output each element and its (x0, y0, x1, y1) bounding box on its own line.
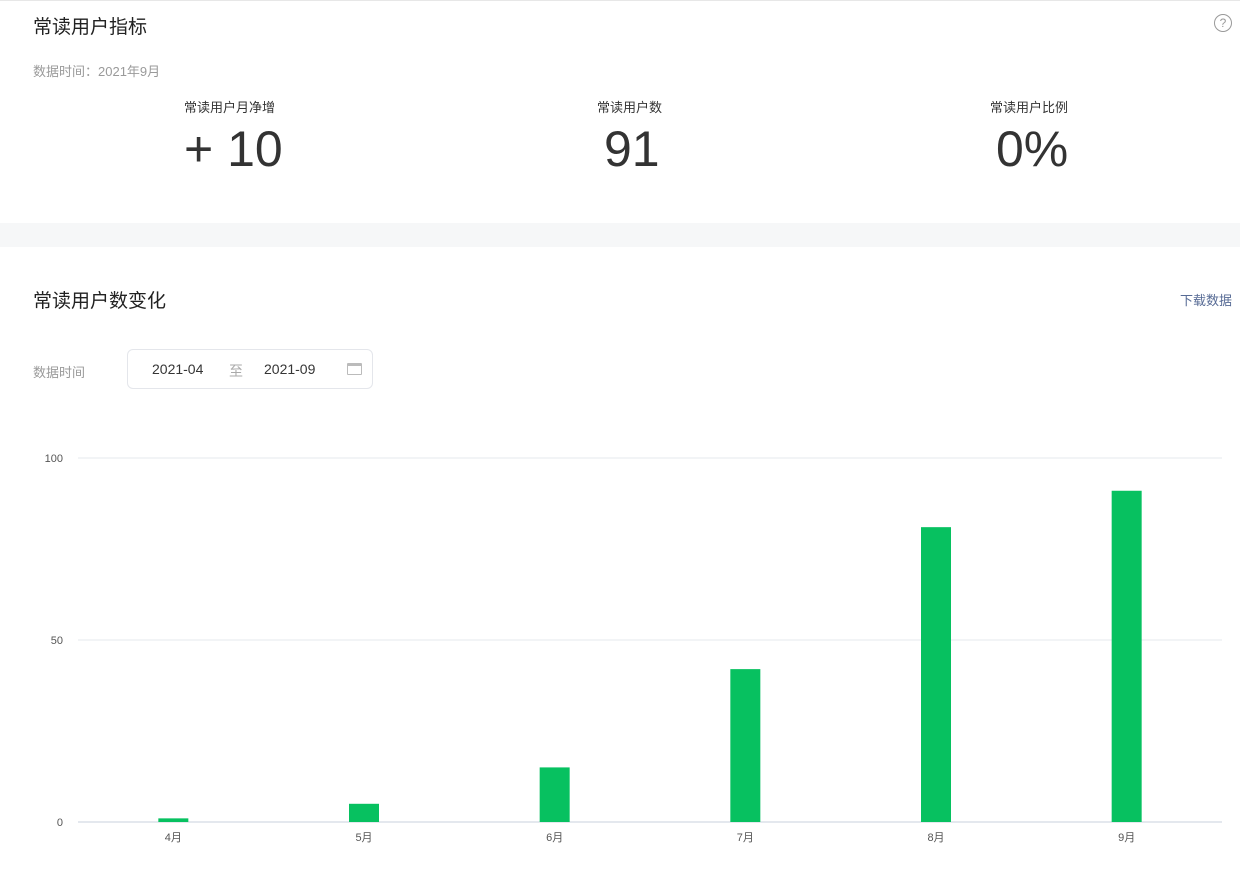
divider (0, 0, 1240, 1)
y-tick-label: 50 (51, 635, 63, 647)
stat-value: 91 (604, 121, 660, 177)
x-tick-label: 5月 (355, 832, 372, 844)
calendar-icon[interactable] (347, 363, 362, 375)
x-tick-label: 9月 (1118, 832, 1135, 844)
date-range-picker[interactable]: 2021-04 至 2021-09 (127, 349, 373, 389)
x-tick-label: 6月 (546, 832, 563, 844)
end-date[interactable]: 2021-09 (264, 361, 315, 377)
y-tick-label: 0 (57, 817, 63, 829)
x-tick-label: 4月 (165, 832, 182, 844)
bar (158, 818, 189, 822)
stat-net-increase: 常读用户月净增 + 10 (184, 97, 283, 176)
bar (921, 527, 951, 822)
y-tick-label: 100 (45, 453, 63, 465)
stat-label: 常读用户比例 (990, 100, 1069, 115)
date-label: 数据时间 (33, 365, 86, 380)
data-time: 数据时间：2021年9月 (33, 64, 161, 79)
stat-users: 常读用户数 91 (597, 97, 662, 176)
trend-title: 常读用户数变化 (33, 291, 167, 312)
bar (730, 669, 761, 822)
metrics-title: 常读用户指标 (33, 17, 148, 38)
bar (1111, 490, 1142, 822)
stat-label: 常读用户月净增 (184, 100, 276, 115)
range-separator: 至 (229, 363, 243, 379)
download-link[interactable]: 下载数据 (1180, 290, 1232, 309)
x-tick-label: 8月 (927, 832, 944, 844)
stat-ratio: 常读用户比例 0% (990, 97, 1068, 176)
section-gap (0, 223, 1240, 247)
start-date[interactable]: 2021-04 (152, 361, 203, 377)
x-tick-label: 7月 (737, 832, 754, 844)
stat-label: 常读用户数 (597, 100, 663, 115)
stat-value: 0% (996, 121, 1069, 177)
bar (539, 767, 570, 822)
bar-chart: 0 50 100 4月 5月 6月 7月 8月 9月 (45, 453, 1222, 844)
stat-value: + 10 (184, 121, 283, 177)
bar (349, 803, 379, 822)
help-icon[interactable]: ? (1214, 14, 1232, 32)
